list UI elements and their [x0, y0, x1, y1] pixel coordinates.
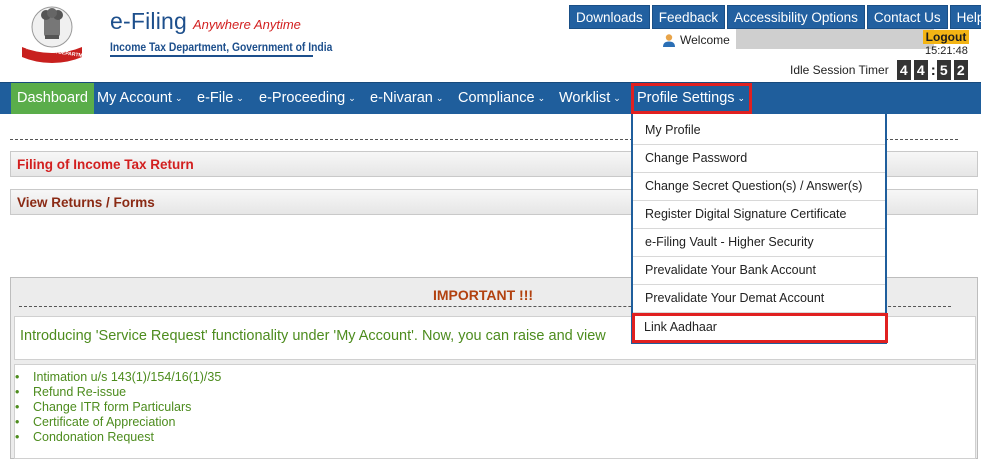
nav-label: Worklist — [559, 90, 611, 106]
list-item: Refund Re-issue — [15, 385, 221, 400]
main-nav: Dashboard My Account ⌄ e-File ⌄ e-Proceedi… — [0, 82, 981, 114]
logout-button[interactable]: Logout — [923, 30, 969, 44]
menu-item-prevalidate-demat[interactable]: Prevalidate Your Demat Account — [633, 285, 885, 313]
brand-title: e-Filing — [110, 8, 188, 34]
user-name-redacted — [735, 29, 934, 49]
nav-label: e-Proceeding — [259, 90, 346, 106]
profile-settings-menu: My Profile Change Password Change Secret… — [631, 114, 888, 344]
nav-label: e-Nivaran — [370, 90, 433, 106]
idle-session-timer: Idle Session Timer 4 4 : 5 2 — [790, 60, 968, 80]
menu-item-my-profile[interactable]: My Profile — [633, 117, 885, 145]
brand-tagline: Anywhere Anytime — [193, 17, 301, 32]
nav-label: My Account — [97, 90, 172, 106]
menu-item-change-secret-question[interactable]: Change Secret Question(s) / Answer(s) — [633, 173, 885, 201]
site-header: INCOME TAX DEPARTMENT e-Filing Anywhere A… — [0, 0, 981, 82]
nav-label: Compliance — [458, 90, 535, 106]
top-links: Downloads Feedback Accessibility Options… — [569, 5, 981, 29]
welcome-area: Welcome — [662, 29, 934, 49]
accessibility-options-link[interactable]: Accessibility Options — [727, 5, 865, 29]
nav-profile-settings[interactable]: Profile Settings ⌄ — [631, 83, 752, 114]
service-list-box: Intimation u/s 143(1)/154/16(1)/35 Refun… — [14, 364, 976, 459]
timer-digit: 2 — [953, 60, 968, 80]
brand-underline — [110, 55, 313, 57]
nav-my-account[interactable]: My Account ⌄ — [91, 83, 189, 114]
filing-itr-label: Filing of Income Tax Return — [17, 157, 194, 172]
menu-item-change-password[interactable]: Change Password — [633, 145, 885, 173]
chevron-down-icon: ⌄ — [537, 93, 546, 103]
emblem-logo[interactable]: INCOME TAX DEPARTMENT — [16, 3, 106, 65]
chevron-down-icon: ⌄ — [613, 93, 621, 103]
chevron-down-icon: ⌄ — [174, 93, 183, 103]
user-icon — [663, 34, 675, 47]
menu-item-prevalidate-bank[interactable]: Prevalidate Your Bank Account — [633, 257, 885, 285]
nav-compliance[interactable]: Compliance ⌄ — [452, 83, 551, 114]
service-request-list: Intimation u/s 143(1)/154/16(1)/35 Refun… — [15, 370, 221, 445]
brand-subtitle: Income Tax Department, Government of Ind… — [110, 40, 333, 54]
downloads-link[interactable]: Downloads — [569, 5, 650, 29]
chevron-down-icon: ⌄ — [348, 93, 356, 103]
chevron-down-icon: ⌄ — [435, 93, 444, 103]
menu-item-link-aadhaar[interactable]: Link Aadhaar — [632, 313, 888, 343]
welcome-label: Welcome — [680, 33, 730, 47]
list-item: Change ITR form Particulars — [15, 400, 221, 415]
timer-digit: 5 — [936, 60, 951, 80]
nav-e-proceeding[interactable]: e-Proceeding ⌄ — [253, 83, 362, 114]
feedback-link[interactable]: Feedback — [651, 5, 726, 29]
nav-label: Profile Settings — [637, 90, 735, 106]
contact-us-link[interactable]: Contact Us — [866, 5, 948, 29]
menu-item-register-dsc[interactable]: Register Digital Signature Certificate — [633, 201, 885, 229]
list-item: Condonation Request — [15, 430, 221, 445]
nav-worklist[interactable]: Worklist ⌄ — [553, 83, 627, 114]
nav-e-nivaran[interactable]: e-Nivaran ⌄ — [364, 83, 449, 114]
list-item: Certificate of Appreciation — [15, 415, 221, 430]
chevron-down-icon: ⌄ — [737, 93, 746, 103]
menu-item-efiling-vault[interactable]: e-Filing Vault - Higher Security — [633, 229, 885, 257]
nav-label: Dashboard — [17, 90, 88, 106]
clock-time: 15:21:48 — [925, 45, 968, 57]
intro-text: Introducing 'Service Request' functional… — [20, 328, 606, 344]
timer-colon: : — [930, 61, 936, 79]
nav-label: e-File — [197, 90, 234, 106]
brand-block: e-Filing Anywhere Anytime — [110, 8, 301, 35]
help-link[interactable]: Help — [949, 5, 981, 29]
view-returns-label: View Returns / Forms — [17, 195, 155, 210]
nav-dashboard[interactable]: Dashboard — [11, 83, 94, 114]
timer-digit: 4 — [913, 60, 928, 80]
nav-e-file[interactable]: e-File ⌄ — [191, 83, 250, 114]
timer-digit: 4 — [896, 60, 911, 80]
chevron-down-icon: ⌄ — [236, 93, 244, 103]
idle-timer-label: Idle Session Timer — [790, 63, 889, 77]
list-item: Intimation u/s 143(1)/154/16(1)/35 — [15, 370, 221, 385]
